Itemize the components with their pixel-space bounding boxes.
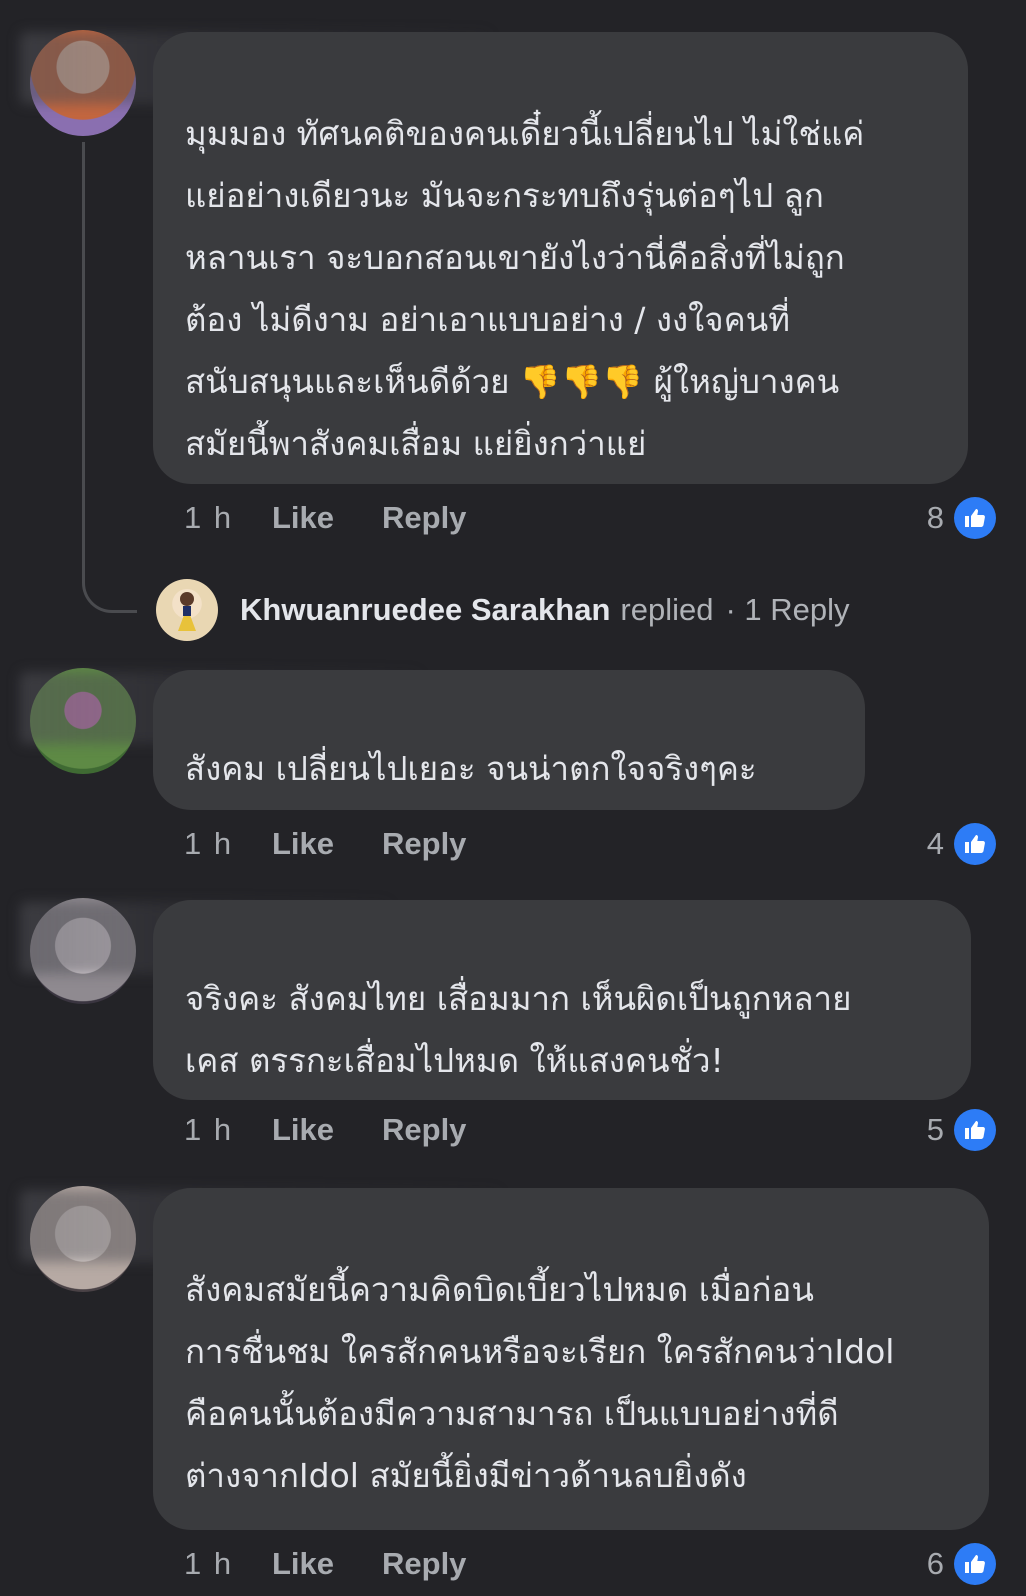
thread-connector-line: [82, 142, 137, 613]
reaction-summary[interactable]: 4: [927, 822, 996, 866]
comment-timestamp[interactable]: 1 h: [184, 1112, 272, 1148]
comment-text-line: ต้อง ไม่ดีงาม อย่าเอาแบบอย่าง / งงใจคนที…: [185, 300, 790, 339]
reaction-summary[interactable]: 6: [927, 1542, 996, 1586]
like-button[interactable]: Like: [272, 1546, 382, 1582]
comment-text-line: การชื่นชม ใครสักคนหรือจะเรียก ใครสักคนว่…: [185, 1332, 895, 1371]
like-icon: [954, 1543, 996, 1585]
comment-text-line: เคส ตรรกะเสื่อมไปหมด ให้แสงคนชั่ว!: [185, 1041, 724, 1080]
comment-text-line: คือคนนั้นต้องมีความสามารถ เป็นแบบอย่างที…: [185, 1394, 839, 1433]
replier-name[interactable]: Khwuanruedee Sarakhan: [240, 592, 610, 628]
like-icon: [954, 497, 996, 539]
reaction-summary[interactable]: 5: [927, 1108, 996, 1152]
comment-actions: 1 h Like Reply: [184, 1542, 466, 1586]
replier-avatar: [156, 579, 218, 641]
comment-actions: 1 h Like Reply: [184, 822, 466, 866]
comment-timestamp[interactable]: 1 h: [184, 826, 272, 862]
reaction-summary[interactable]: 8: [927, 496, 996, 540]
like-button[interactable]: Like: [272, 826, 382, 862]
comment-actions: 1 h Like Reply: [184, 1108, 466, 1152]
reply-count[interactable]: · 1 Reply: [725, 592, 849, 628]
comment-text-line: จริงคะ สังคมไทย เสื่อมมาก เห็นผิดเป็นถูก…: [185, 979, 852, 1018]
reaction-count: 4: [926, 826, 944, 861]
view-replies-link[interactable]: Khwuanruedee Sarakhan replied · 1 Reply: [156, 578, 850, 642]
comment-text-line: สนับสนุนและเห็นดีด้วย 👎👎👎 ผู้ใหญ่บางคน: [185, 362, 840, 401]
like-icon: [954, 823, 996, 865]
comment-bubble: มุมมอง ทัศนคติของคนเดี๋ยวนี้เปลี่ยนไป ไม…: [153, 32, 968, 484]
comment-bubble: สังคม เปลี่ยนไปเยอะ จนน่าตกใจจริงๆคะ: [153, 670, 865, 810]
comment-text-line: สังคม เปลี่ยนไปเยอะ จนน่าตกใจจริงๆคะ: [185, 749, 757, 788]
reaction-count: 8: [926, 500, 944, 535]
comment-text-line: มุมมอง ทัศนคติของคนเดี๋ยวนี้เปลี่ยนไป ไม…: [185, 114, 865, 153]
comment-timestamp[interactable]: 1 h: [184, 500, 272, 536]
comment-text-line: สังคมสมัยนี้ความคิดบิดเบี้ยวไปหมด เมื่อก…: [185, 1270, 814, 1309]
comment-text-line: แย่อย่างเดียวนะ มันจะกระทบถึงรุ่นต่อๆไป …: [185, 176, 824, 215]
like-button[interactable]: Like: [272, 1112, 382, 1148]
reply-button[interactable]: Reply: [382, 1546, 466, 1582]
reaction-count: 6: [926, 1546, 944, 1581]
comment-timestamp[interactable]: 1 h: [184, 1546, 272, 1582]
comment-text-line: ต่างจากIdol สมัยนี้ยิ่งมีข่าวด้านลบยิ่งด…: [185, 1456, 747, 1495]
reaction-count: 5: [926, 1112, 944, 1147]
comment-text-line: หลานเรา จะบอกสอนเขายังไงว่านี่คือสิ่งที่…: [185, 238, 845, 277]
comment-actions: 1 h Like Reply: [184, 496, 466, 540]
comment-bubble: สังคมสมัยนี้ความคิดบิดเบี้ยวไปหมด เมื่อก…: [153, 1188, 989, 1530]
comment-text-line: สมัยนี้พาสังคมเสื่อม แย่ยิ่งกว่าแย่: [185, 424, 647, 463]
reply-button[interactable]: Reply: [382, 500, 466, 536]
reply-button[interactable]: Reply: [382, 826, 466, 862]
comment-bubble: จริงคะ สังคมไทย เสื่อมมาก เห็นผิดเป็นถูก…: [153, 900, 971, 1100]
like-button[interactable]: Like: [272, 500, 382, 536]
replied-label: replied: [620, 592, 714, 627]
reply-button[interactable]: Reply: [382, 1112, 466, 1148]
like-icon: [954, 1109, 996, 1151]
